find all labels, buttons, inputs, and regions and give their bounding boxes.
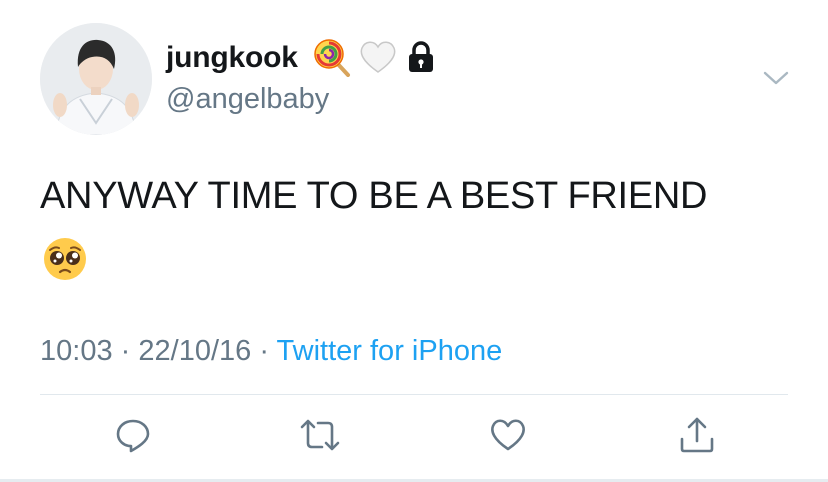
lollipop-icon xyxy=(312,37,352,82)
name-badges xyxy=(312,38,438,81)
meta-separator: · xyxy=(259,335,269,367)
divider xyxy=(40,394,788,395)
tweet-text: ANYWAY TIME TO BE A BEST FRIEND xyxy=(40,175,708,217)
lock-icon xyxy=(404,38,438,81)
retweet-icon[interactable] xyxy=(300,415,340,455)
tweet-date: 22/10/16 xyxy=(138,335,252,367)
tweet-meta: 10:03 · 22/10/16 · Twitter for iPhone xyxy=(40,333,502,369)
reply-icon[interactable] xyxy=(113,415,153,455)
user-handle[interactable]: @angelbaby xyxy=(166,80,329,118)
display-name[interactable]: jungkook xyxy=(166,38,298,78)
action-bar xyxy=(0,415,828,455)
like-icon[interactable] xyxy=(488,415,528,455)
pleading-face-icon xyxy=(42,236,88,282)
share-icon[interactable] xyxy=(677,415,717,455)
chevron-down-icon[interactable] xyxy=(762,68,790,88)
meta-separator: · xyxy=(120,335,131,367)
tweet-time: 10:03 xyxy=(40,335,113,367)
white-heart-icon xyxy=(358,38,398,81)
avatar[interactable] xyxy=(40,23,152,135)
tweet-source-link[interactable]: Twitter for iPhone xyxy=(277,335,503,367)
